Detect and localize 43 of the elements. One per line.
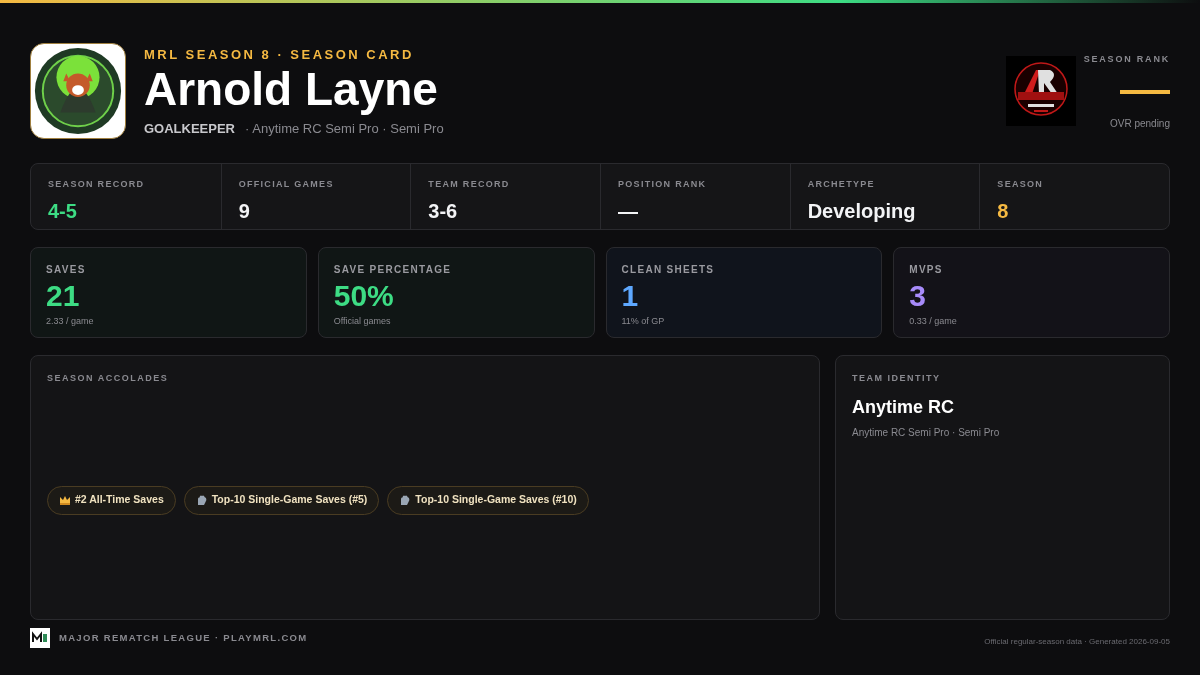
stat-value: 1 <box>621 279 639 313</box>
stat-value: — <box>618 198 638 224</box>
stat-value: 8 <box>997 198 1009 224</box>
stat-label: SAVE PERCENTAGE <box>333 263 452 277</box>
season-rank-label: SEASON RANK <box>1083 53 1170 66</box>
accolade-badge: #2 All-Time Saves <box>47 485 176 515</box>
generated-note: Official regular-season data · Generated 2026-09-05 <box>984 636 1170 648</box>
stat-label: ARCHETYPE <box>807 178 875 191</box>
stat-label: SEASON RECORD <box>48 178 145 191</box>
accolade-badge: Top-10 Single-Game Saves (#5) <box>183 485 380 515</box>
stat-label: OFFICIAL GAMES <box>238 178 334 191</box>
team-line: · Anytime RC Semi Pro · Semi Pro <box>245 119 444 138</box>
stat-note: 2.33 / game <box>46 315 94 328</box>
stat-label: CLEAN SHEETS <box>621 263 715 277</box>
rank-placeholder-dash <box>1120 89 1170 94</box>
league-logo <box>30 628 50 648</box>
stat-value: 3-6 <box>428 198 458 224</box>
stat-value: 21 <box>46 279 80 313</box>
accolade-badge: Top-10 Single-Game Saves (#10) <box>387 485 589 515</box>
stat-label: POSITION RANK <box>618 178 707 191</box>
stat-note: Official games <box>333 315 391 328</box>
player-name: Arnold Layne <box>144 62 439 115</box>
stat-note: 11% of GP <box>621 315 665 328</box>
league-name: MAJOR REMATCH LEAGUE · PLAYMRL.COM <box>59 630 308 645</box>
stat-value: 3 <box>909 279 926 313</box>
player-position: GOALKEEPER <box>144 119 235 138</box>
stat-value: 50% <box>333 279 394 313</box>
season-card-eyebrow: MRL SEASON 8 · SEASON CARD <box>144 46 415 64</box>
team-name: Anytime RC <box>852 395 955 419</box>
stat-value: 9 <box>238 198 250 224</box>
crown-icon <box>59 494 71 507</box>
stat-label: SAVES <box>46 263 86 277</box>
stat-label: MVPS <box>909 263 943 277</box>
team-subtitle: Anytime RC Semi Pro · Semi Pro <box>852 425 1001 440</box>
stat-label: TEAM RECORD <box>428 178 510 191</box>
rank-note: OVR pending <box>1109 116 1170 131</box>
panel-title: SEASON ACCOLADES <box>47 372 170 385</box>
stat-value: 4-5 <box>48 198 77 224</box>
stat-label: SEASON <box>997 178 1044 191</box>
stat-value: Developing <box>807 198 916 224</box>
stat-note: 0.33 / game <box>909 315 957 328</box>
panel-title: TEAM IDENTITY <box>852 372 942 385</box>
team-logo <box>1006 56 1076 126</box>
